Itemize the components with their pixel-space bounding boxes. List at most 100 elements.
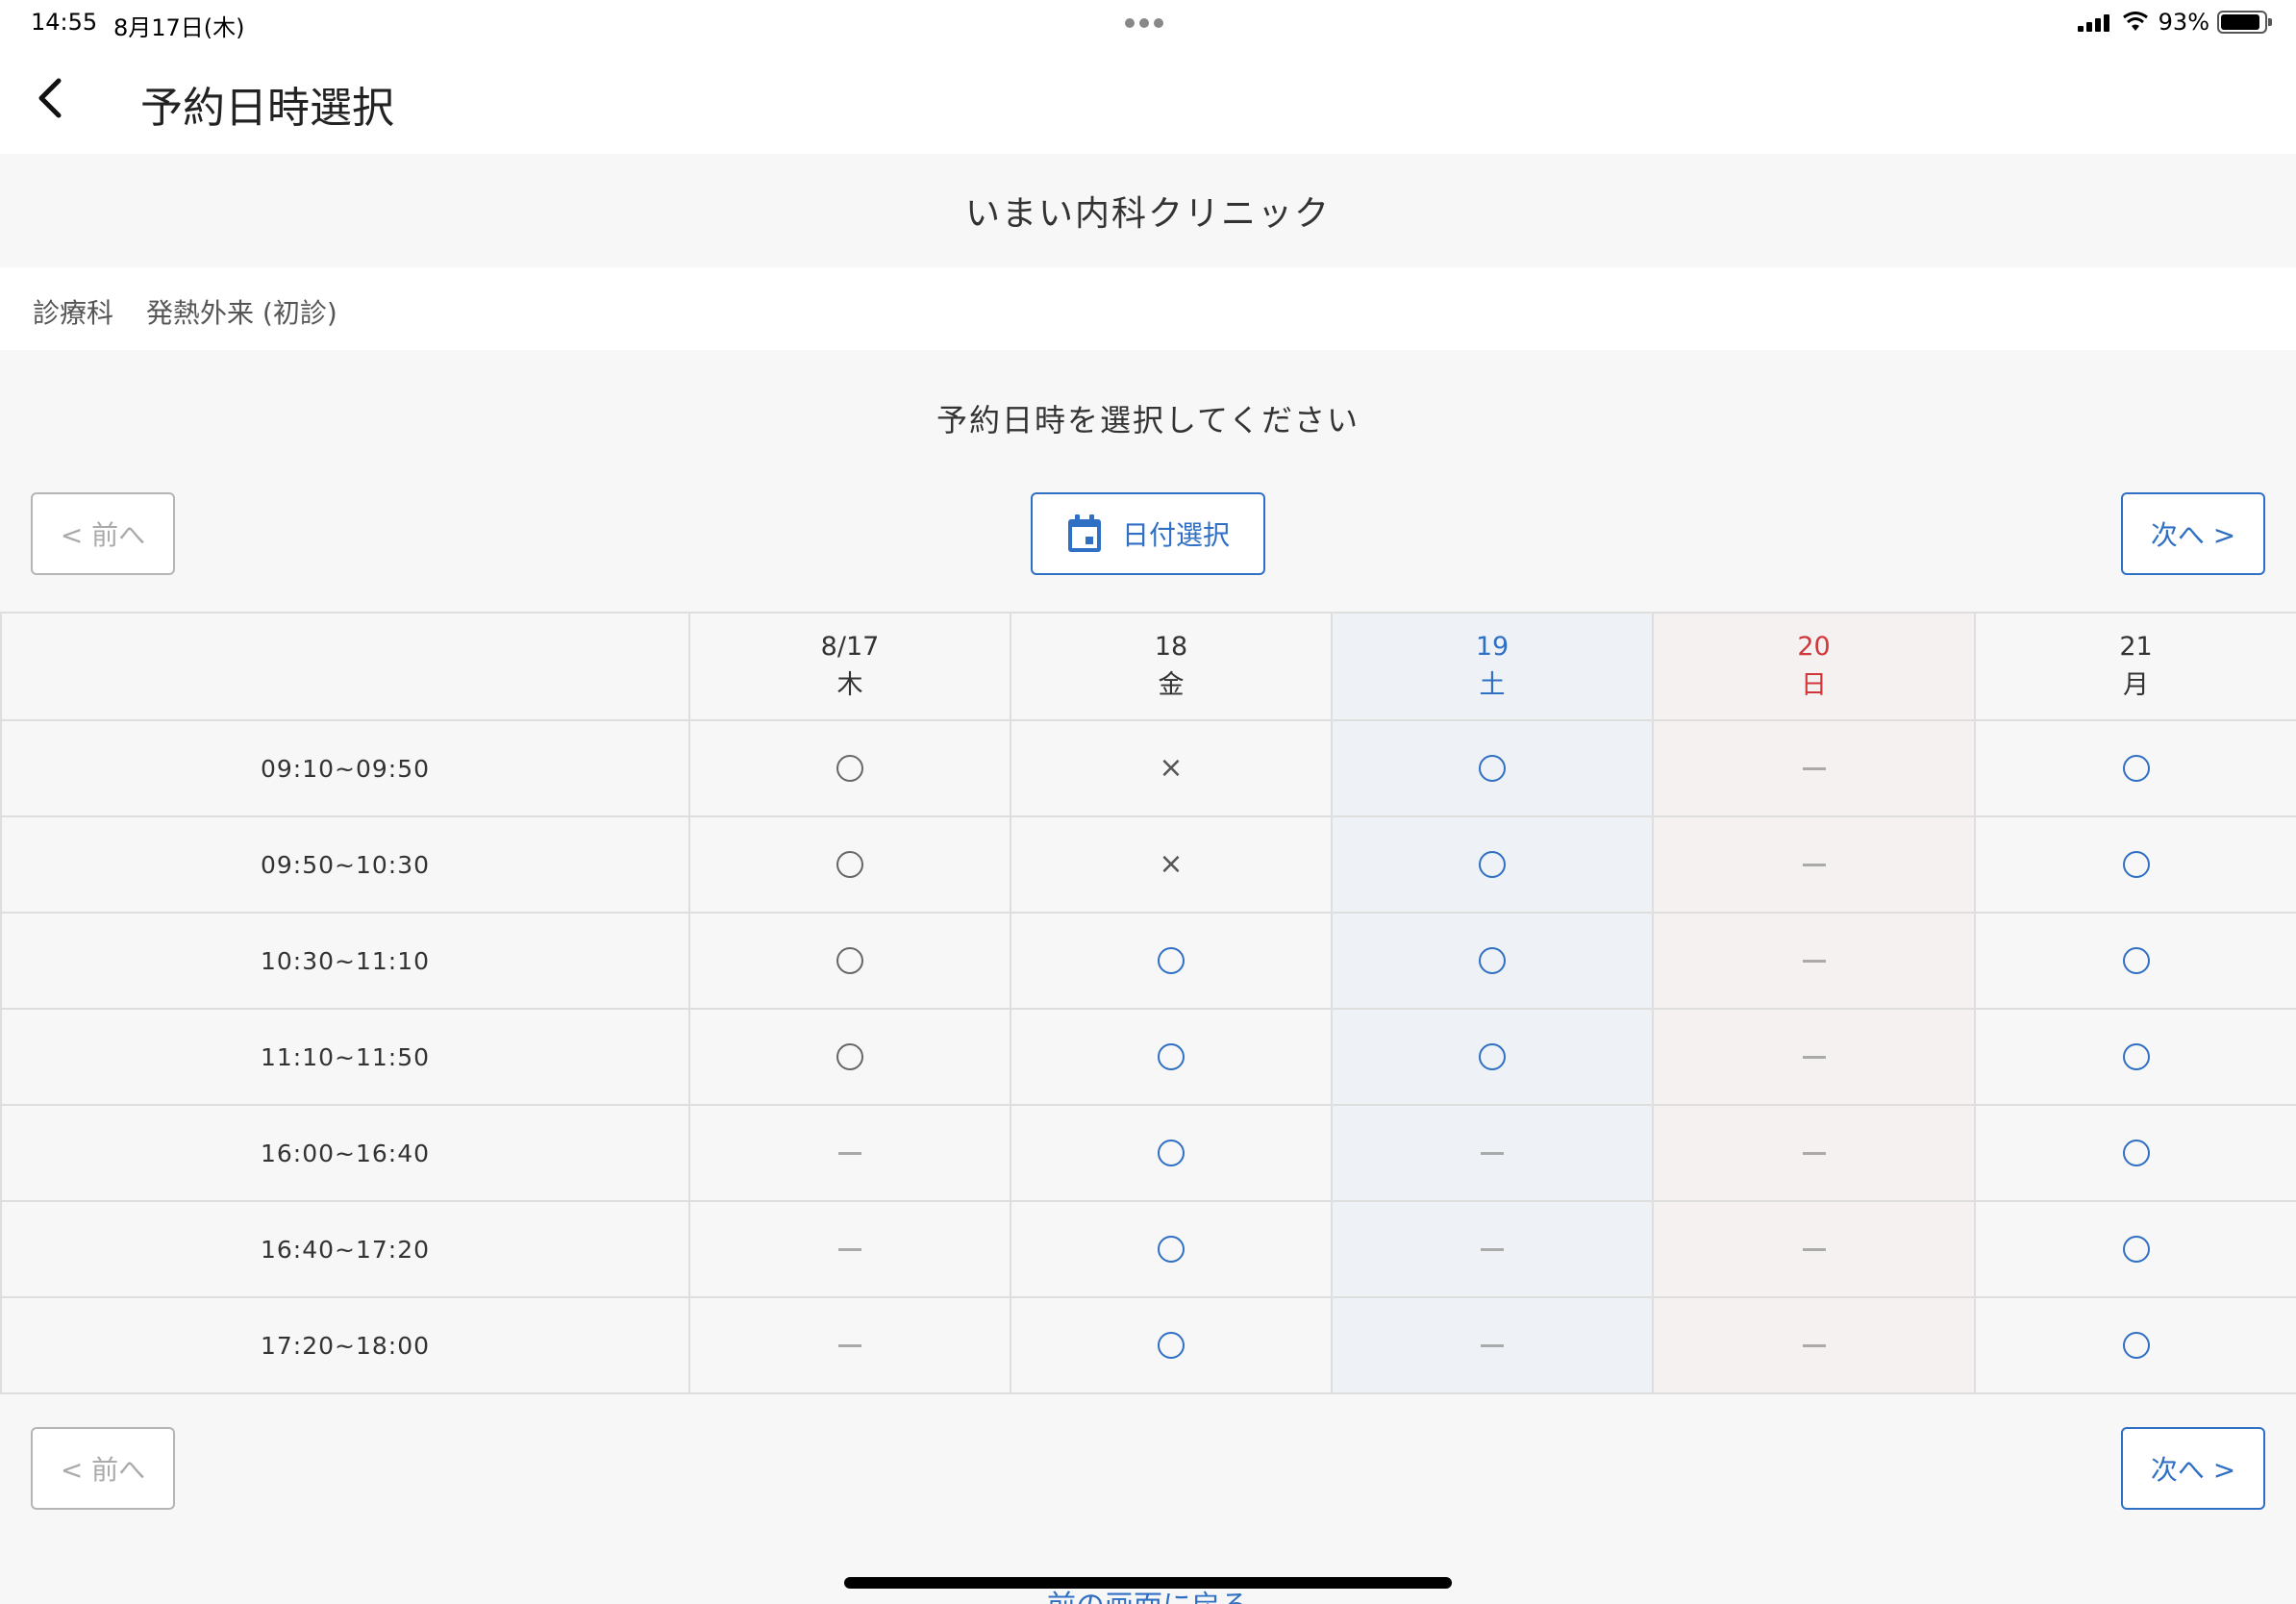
time-slot-row: 10:30~11:10	[0, 912, 2296, 1010]
nav-header: 予約日時選択	[0, 46, 2296, 154]
slot-cell	[1652, 1296, 1976, 1394]
slot-cell[interactable]	[1331, 912, 1654, 1010]
slot-unavailable-icon	[1795, 845, 1834, 884]
date-select-button[interactable]: 日付選択	[1031, 492, 1265, 575]
department-value: 発熱外来 (初診)	[146, 297, 337, 329]
time-slot-row: 09:50~10:30 ×	[0, 815, 2296, 914]
slot-available-icon[interactable]	[2117, 1038, 2156, 1076]
slot-cell[interactable]	[1974, 1008, 2296, 1106]
next-week-button-top[interactable]: 次へ >	[2121, 492, 2265, 575]
time-slot-label: 11:10~11:50	[0, 1008, 690, 1106]
slot-cell[interactable]	[688, 912, 1011, 1010]
slot-available-icon[interactable]	[831, 941, 869, 980]
slot-available-icon[interactable]	[1152, 1326, 1190, 1365]
slot-cell[interactable]	[1010, 1008, 1333, 1106]
slot-unavailable-icon	[1473, 1230, 1511, 1268]
slot-cell	[1652, 1104, 1976, 1202]
day-header-0: 8/17 木	[688, 612, 1011, 721]
prev-week-button-bottom[interactable]: < 前へ	[31, 1427, 175, 1510]
time-slot-row: 11:10~11:50	[0, 1008, 2296, 1106]
slot-available-icon[interactable]	[1473, 941, 1511, 980]
day-header-4: 21 月	[1974, 612, 2296, 721]
time-slot-row: 17:20~18:00	[0, 1296, 2296, 1394]
slot-unavailable-icon	[831, 1326, 869, 1365]
slot-available-icon[interactable]	[1473, 845, 1511, 884]
slot-cell[interactable]	[1010, 1104, 1333, 1202]
time-column-header	[0, 612, 690, 721]
time-slot-label: 16:00~16:40	[0, 1104, 690, 1202]
slot-unavailable-icon	[1795, 1230, 1834, 1268]
page-title: 予約日時選択	[140, 84, 394, 133]
battery-percentage: 93%	[2158, 9, 2209, 36]
prev-week-button-top[interactable]: < 前へ	[31, 492, 175, 575]
department-label: 診療科	[33, 297, 114, 329]
slot-available-icon[interactable]	[1152, 1134, 1190, 1172]
slot-cell	[1331, 1104, 1654, 1202]
slot-unavailable-icon	[831, 1230, 869, 1268]
slot-cell	[1331, 1296, 1654, 1394]
slot-available-icon[interactable]	[2117, 845, 2156, 884]
slot-available-icon[interactable]	[1152, 1230, 1190, 1268]
slot-available-icon[interactable]	[831, 1038, 869, 1076]
slot-unavailable-icon	[831, 1134, 869, 1172]
cellular-signal-icon	[2077, 13, 2112, 32]
slot-available-icon[interactable]	[2117, 941, 2156, 980]
slot-available-icon[interactable]	[1152, 941, 1190, 980]
slot-cell	[688, 1104, 1011, 1202]
slot-cell[interactable]	[1331, 815, 1654, 914]
day-date: 19	[1475, 632, 1510, 662]
slot-cell[interactable]	[1010, 1296, 1333, 1394]
time-slot-label: 09:50~10:30	[0, 815, 690, 914]
slot-cell[interactable]	[1974, 815, 2296, 914]
slot-available-icon[interactable]	[2117, 1230, 2156, 1268]
slot-unavailable-icon	[1795, 1326, 1834, 1365]
slot-full-icon: ×	[1152, 845, 1190, 884]
slot-unavailable-icon	[1795, 1038, 1834, 1076]
status-time: 14:55	[31, 9, 98, 36]
time-slot-label: 16:40~17:20	[0, 1200, 690, 1298]
slot-available-icon[interactable]	[1473, 749, 1511, 788]
slot-available-icon[interactable]	[1152, 1038, 1190, 1076]
battery-icon	[2217, 11, 2272, 34]
slot-cell	[1652, 1200, 1976, 1298]
time-slot-row: 09:10~09:50 ×	[0, 719, 2296, 817]
clinic-band: いまい内科クリニック	[0, 154, 2296, 267]
slot-cell[interactable]	[1331, 1008, 1654, 1106]
time-slot-row: 16:40~17:20	[0, 1200, 2296, 1298]
back-button[interactable]	[21, 69, 79, 127]
multitasking-dots-icon[interactable]	[1125, 13, 1171, 29]
slot-cell[interactable]	[1331, 719, 1654, 817]
slot-full-mark: ×	[1159, 751, 1184, 785]
calendar-icon	[1066, 514, 1103, 554]
slot-cell	[1652, 1008, 1976, 1106]
date-select-label: 日付選択	[1121, 519, 1230, 551]
slot-cell[interactable]	[1974, 1200, 2296, 1298]
slot-cell[interactable]	[1010, 1200, 1333, 1298]
slot-unavailable-icon	[1795, 749, 1834, 788]
slot-cell[interactable]	[688, 1008, 1011, 1106]
slot-available-icon[interactable]	[831, 749, 869, 788]
slot-cell[interactable]	[1974, 719, 2296, 817]
slot-available-icon[interactable]	[2117, 1134, 2156, 1172]
slot-cell	[1652, 719, 1976, 817]
schedule-table: 8/17 木 18 金 19 土 20 日 21 月 09:10~09:50 × 09:50~10:3…	[0, 612, 2296, 1394]
slot-available-icon[interactable]	[2117, 1326, 2156, 1365]
slot-cell[interactable]	[1974, 912, 2296, 1010]
time-slot-row: 16:00~16:40	[0, 1104, 2296, 1202]
slot-cell[interactable]	[1010, 912, 1333, 1010]
home-indicator[interactable]	[844, 1577, 1452, 1589]
slot-available-icon[interactable]	[1473, 1038, 1511, 1076]
slot-cell[interactable]	[688, 815, 1011, 914]
day-weekday: 日	[1801, 670, 1827, 700]
slot-cell	[688, 1296, 1011, 1394]
next-week-button-bottom[interactable]: 次へ >	[2121, 1427, 2265, 1510]
slot-cell[interactable]	[1974, 1104, 2296, 1202]
slot-cell[interactable]	[1974, 1296, 2296, 1394]
slot-cell	[688, 1200, 1011, 1298]
day-date: 21	[2119, 632, 2153, 662]
day-date: 8/17	[820, 632, 880, 662]
slot-available-icon[interactable]	[831, 845, 869, 884]
clinic-name: いまい内科クリニック	[964, 194, 1331, 234]
slot-available-icon[interactable]	[2117, 749, 2156, 788]
slot-cell[interactable]	[688, 719, 1011, 817]
